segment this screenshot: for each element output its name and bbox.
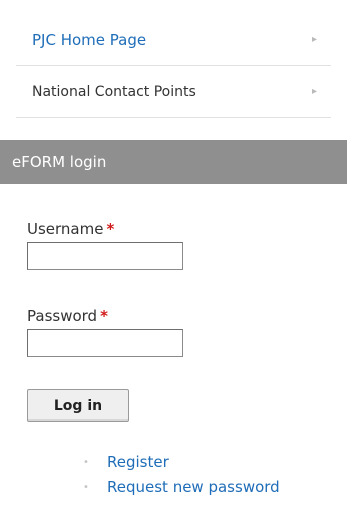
password-label-text: Password (27, 307, 98, 325)
login-block-title-text: eFORM login (12, 153, 107, 171)
login-links: • Register • Request new password (83, 450, 280, 499)
password-group: Password * (27, 307, 183, 357)
menu-item-label[interactable]: National Contact Points (32, 84, 196, 100)
required-marker: * (106, 220, 115, 238)
sidebar-menu: PJC Home Page ▸ National Contact Points … (16, 14, 331, 118)
username-input[interactable] (27, 242, 183, 270)
bullet-icon: • (83, 456, 89, 468)
login-button[interactable]: Log in (27, 389, 129, 422)
bullet-icon: • (83, 481, 89, 493)
login-block-title: eFORM login (0, 140, 347, 184)
list-item: • Request new password (83, 475, 280, 499)
username-label-text: Username (27, 220, 104, 238)
password-label: Password * (27, 307, 183, 325)
menu-item-national-contact-points[interactable]: National Contact Points ▸ (16, 66, 331, 118)
chevron-right-icon: ▸ (311, 34, 317, 45)
username-label: Username * (27, 220, 183, 238)
register-link[interactable]: Register (107, 453, 169, 471)
menu-item-label[interactable]: PJC Home Page (32, 31, 146, 49)
required-marker: * (100, 307, 108, 325)
password-input[interactable] (27, 329, 183, 357)
username-group: Username * (27, 220, 183, 270)
menu-item-pjc-home[interactable]: PJC Home Page ▸ (16, 14, 331, 66)
request-new-password-link[interactable]: Request new password (107, 478, 280, 496)
list-item: • Register (83, 450, 280, 474)
chevron-right-icon: ▸ (311, 86, 317, 97)
